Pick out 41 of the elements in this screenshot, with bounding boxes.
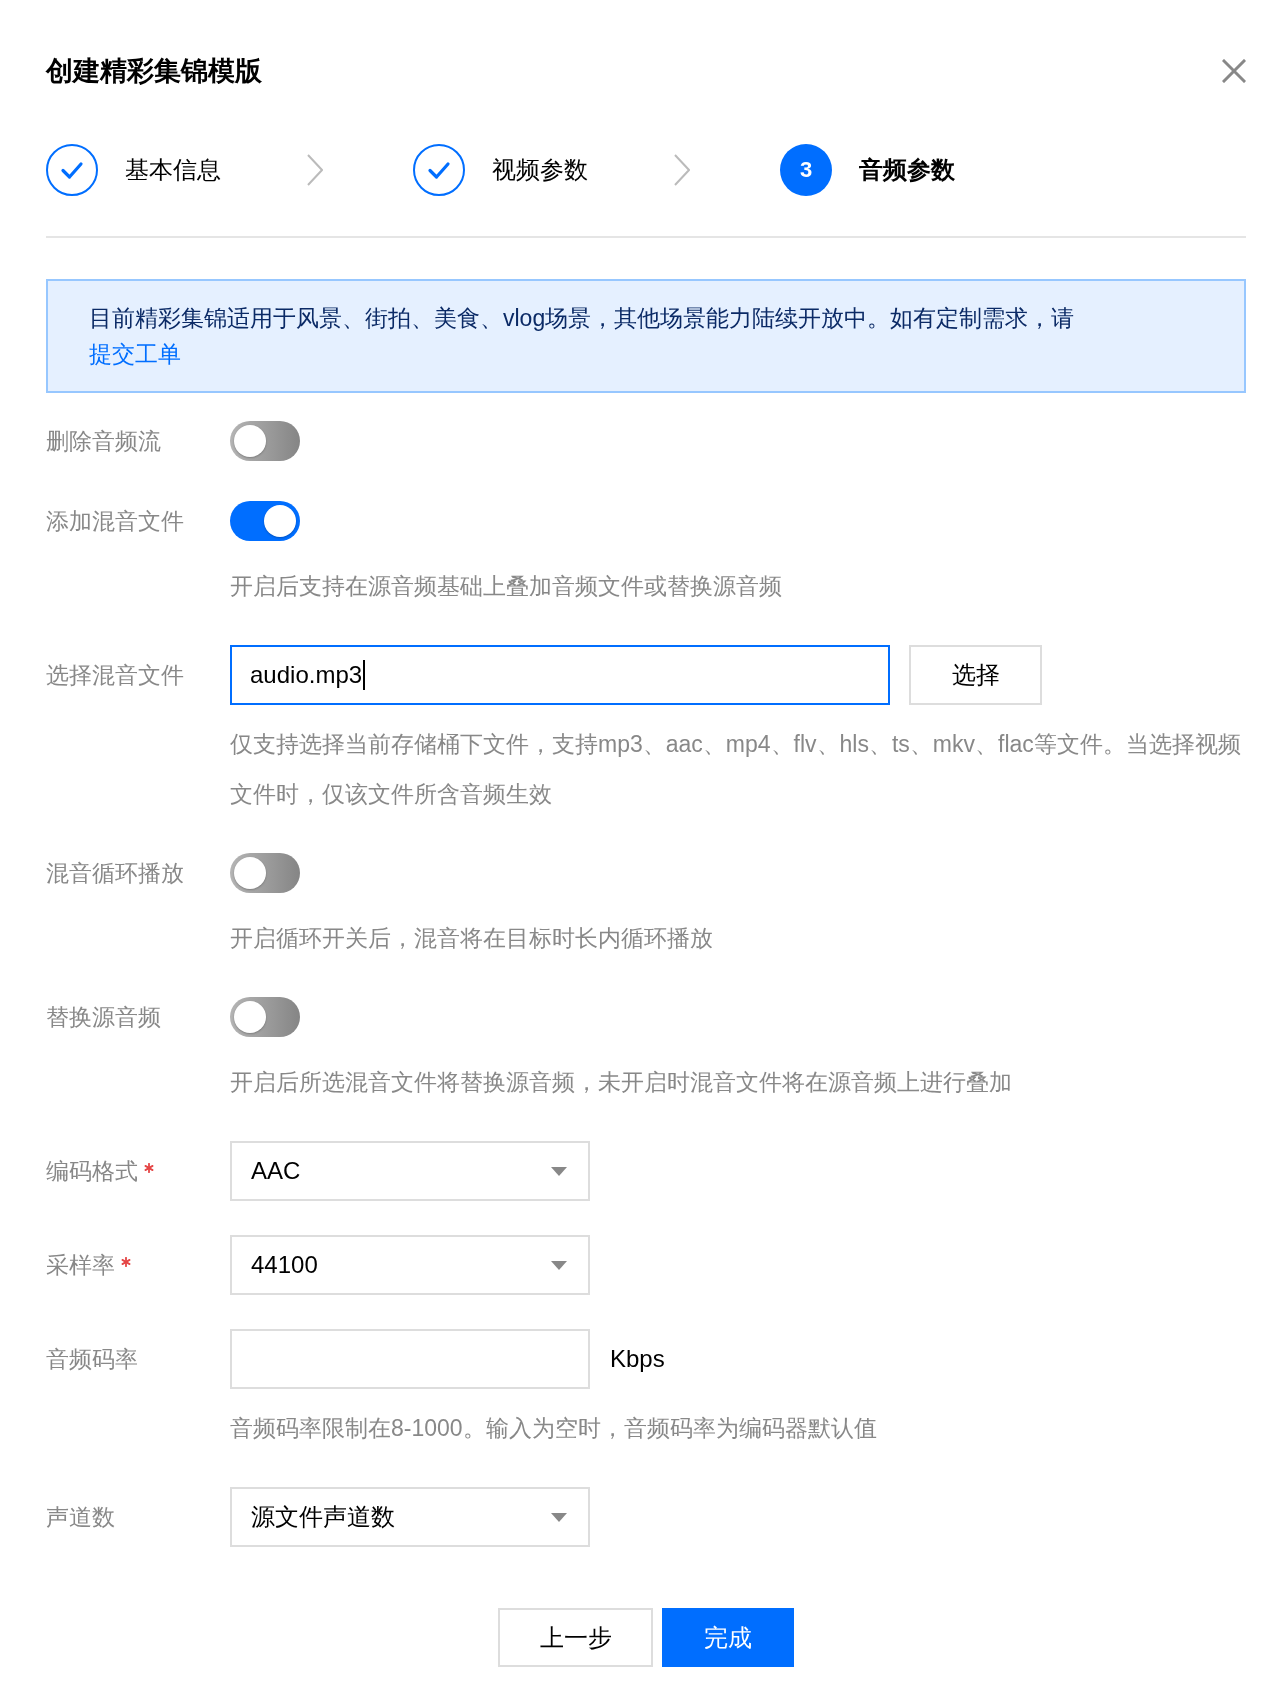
toggle-switch[interactable] (230, 853, 300, 893)
hint-text: 音频码率限制在8-1000。输入为空时，音频码率为编码器默认值 (230, 1414, 878, 1443)
toggle-switch[interactable] (230, 997, 300, 1037)
choose-button[interactable]: 选择 (909, 645, 1042, 705)
toggle-switch[interactable] (230, 421, 300, 461)
dialog-title: 创建精彩集锦模版 (46, 55, 262, 88)
previous-step-button[interactable]: 上一步 (498, 1608, 653, 1667)
toggle-switch[interactable] (230, 501, 300, 541)
chevron-right-icon (307, 154, 323, 186)
field-label: 选择混音文件 (46, 660, 184, 690)
field-label: 替换源音频 (46, 1002, 161, 1032)
field-label: 混音循环播放 (46, 858, 184, 888)
caret-down-icon (551, 1512, 567, 1522)
chevron-right-icon (674, 154, 690, 186)
step-label: 音频参数 (859, 155, 955, 185)
file-input-field[interactable]: audio.mp3 (230, 645, 890, 705)
field-label: 编码格式 (46, 1156, 138, 1186)
step-label: 视频参数 (492, 155, 588, 185)
hint-text: 开启后所选混音文件将替换源音频，未开启时混音文件将在源音频上进行叠加 (230, 1068, 1013, 1097)
input-field[interactable] (230, 1329, 590, 1389)
dropdown-select[interactable]: 源文件声道数 (230, 1487, 590, 1547)
unit-label: Kbps (610, 1345, 665, 1373)
hint-text: 仅支持选择当前存储桶下文件，支持mp3、aac、mp4、flv、hls、ts、mkv、flac等文件。当选择视频文件时，仅该文件所含音频生效 (230, 730, 1242, 809)
step-number: 3 (780, 144, 832, 196)
text-cursor-icon (363, 660, 366, 690)
submit-ticket-link[interactable]: 提交工单 (89, 341, 181, 367)
field-label: 声道数 (46, 1502, 115, 1532)
close-icon[interactable] (1222, 59, 1246, 83)
dropdown-select[interactable]: AAC (230, 1141, 590, 1201)
hint-text: 开启后支持在源音频基础上叠加音频文件或替换源音频 (230, 572, 783, 601)
field-label: 采样率 (46, 1250, 115, 1280)
step-label: 基本信息 (125, 155, 221, 185)
field-label: 音频码率 (46, 1344, 138, 1374)
dropdown-select[interactable]: 44100 (230, 1235, 590, 1295)
hint-text: 开启循环开关后，混音将在目标时长内循环播放 (230, 924, 714, 953)
notice-text: 目前精彩集锦适用于风景、街拍、美食、vlog场景，其他场景能力陆续开放中。如有定制需求，请 提交工单 (89, 304, 1076, 369)
field-label: 删除音频流 (46, 426, 161, 456)
finish-button[interactable]: 完成 (662, 1608, 794, 1667)
caret-down-icon (551, 1260, 567, 1270)
field-label: 添加混音文件 (46, 506, 184, 536)
caret-down-icon (551, 1166, 567, 1176)
